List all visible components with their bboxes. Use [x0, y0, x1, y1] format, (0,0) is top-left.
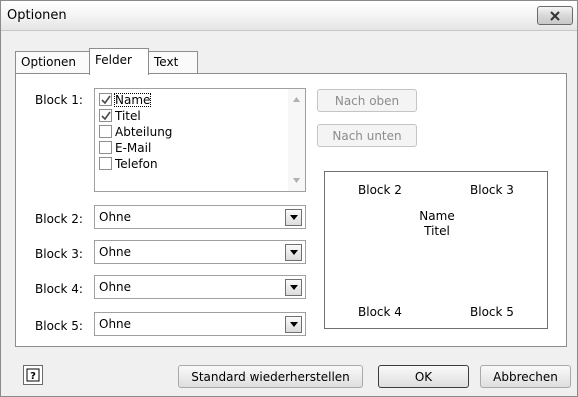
scroll-up-icon[interactable] [292, 95, 301, 104]
block4-value: Ohne [99, 280, 132, 294]
help-icon: ? [26, 368, 40, 382]
close-button[interactable] [537, 6, 573, 25]
checkbox-name[interactable] [99, 93, 112, 106]
block1-field-list[interactable]: Name Titel Abteilung E-Mail Telefon [94, 88, 306, 192]
move-down-button[interactable]: Nach unten [317, 124, 417, 147]
block4-select[interactable]: Ohne [94, 275, 306, 299]
list-item-telefon[interactable]: Telefon [99, 156, 159, 171]
dropdown-button[interactable] [285, 316, 302, 333]
checkbox-titel[interactable] [99, 109, 112, 122]
dropdown-button[interactable] [285, 279, 302, 296]
tab-text[interactable]: Text [148, 51, 198, 74]
chevron-down-icon [289, 215, 298, 220]
svg-text:?: ? [30, 371, 36, 382]
checkmark-icon [101, 111, 111, 121]
title-bar: Optionen [1, 1, 577, 31]
block5-select[interactable]: Ohne [94, 312, 306, 336]
restore-default-label: Standard wiederherstellen [191, 369, 350, 384]
preview-block2: Block 2 [358, 183, 402, 197]
tab-label: Optionen [21, 55, 77, 69]
checkbox-telefon[interactable] [99, 157, 112, 170]
list-item-label: Name [114, 92, 152, 107]
ok-label: OK [414, 369, 433, 384]
checkbox-email[interactable] [99, 141, 112, 154]
block5-label: Block 5: [35, 319, 83, 333]
block2-value: Ohne [99, 210, 132, 224]
list-item-label: E-Mail [115, 140, 152, 155]
preview-block5: Block 5 [470, 305, 514, 319]
chevron-down-icon [289, 285, 298, 290]
help-button[interactable]: ? [23, 365, 43, 385]
tab-label: Felder [95, 53, 132, 67]
checkbox-abteilung[interactable] [99, 125, 112, 138]
block3-value: Ohne [99, 245, 132, 259]
list-item-email[interactable]: E-Mail [99, 140, 152, 155]
block3-label: Block 3: [35, 247, 83, 261]
preview-block3: Block 3 [470, 183, 514, 197]
move-up-label: Nach oben [334, 93, 400, 108]
block5-value: Ohne [99, 317, 132, 331]
restore-default-button[interactable]: Standard wiederherstellen [178, 365, 363, 388]
list-item-label: Telefon [115, 156, 158, 171]
cancel-button[interactable]: Abbrechen [480, 365, 571, 388]
list-item-label: Abteilung [115, 124, 173, 139]
move-up-button[interactable]: Nach oben [317, 89, 417, 112]
list-item-label: Titel [115, 108, 141, 123]
block2-select[interactable]: Ohne [94, 205, 306, 229]
preview-name: Name [419, 209, 455, 223]
block2-label: Block 2: [35, 212, 83, 226]
chevron-down-icon [289, 322, 298, 327]
chevron-down-icon [289, 250, 298, 255]
list-item-name[interactable]: Name [99, 92, 152, 107]
checkmark-icon [101, 95, 111, 105]
dropdown-button[interactable] [285, 209, 302, 226]
ok-button[interactable]: OK [378, 365, 469, 388]
tab-optionen[interactable]: Optionen [15, 51, 91, 74]
close-icon [550, 10, 560, 21]
block4-label: Block 4: [35, 282, 83, 296]
tab-label: Text [154, 55, 179, 69]
preview-title: Titel [424, 224, 450, 238]
scroll-down-icon[interactable] [292, 176, 301, 185]
dropdown-button[interactable] [285, 244, 302, 261]
list-scrollbar[interactable] [288, 89, 305, 191]
options-dialog: Optionen Optionen Felder Text Block 1: N… [0, 0, 578, 397]
dialog-title: Optionen [7, 8, 67, 23]
cancel-label: Abbrechen [493, 369, 558, 384]
list-item-abteilung[interactable]: Abteilung [99, 124, 173, 139]
tab-felder[interactable]: Felder [89, 48, 149, 75]
list-item-titel[interactable]: Titel [99, 108, 142, 123]
preview-block4: Block 4 [358, 305, 402, 319]
move-down-label: Nach unten [332, 128, 402, 143]
block1-label: Block 1: [35, 93, 83, 107]
block3-select[interactable]: Ohne [94, 240, 306, 264]
layout-preview: Block 2 Block 3 Name Titel Block 4 Block… [324, 171, 548, 329]
